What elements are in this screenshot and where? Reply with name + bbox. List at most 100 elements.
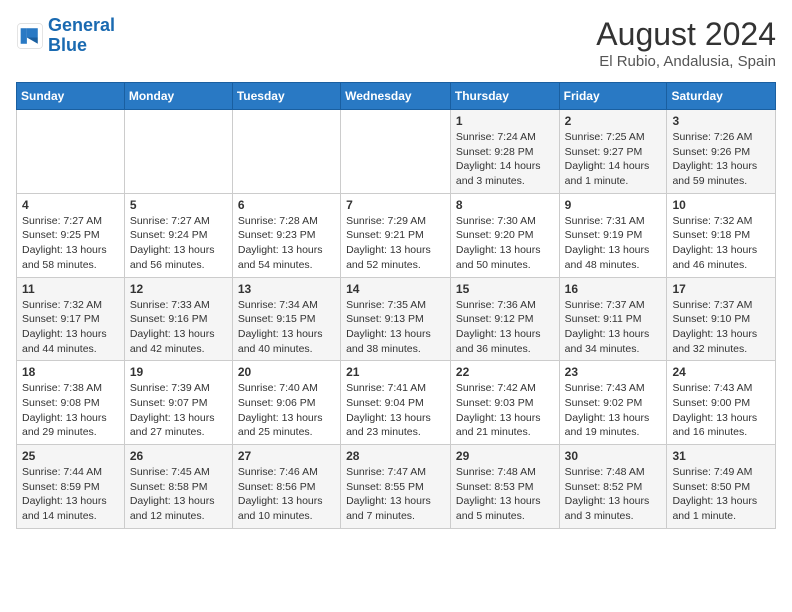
weekday-header-monday: Monday: [124, 83, 232, 110]
day-info: Sunrise: 7:41 AM Sunset: 9:04 PM Dayligh…: [346, 381, 445, 440]
calendar-cell: 25 Sunrise: 7:44 AM Sunset: 8:59 PM Dayli…: [17, 445, 125, 529]
day-number: 29: [456, 449, 554, 463]
day-number: 9: [565, 198, 662, 212]
day-info: Sunrise: 7:46 AM Sunset: 8:56 PM Dayligh…: [238, 465, 335, 524]
calendar-cell: 26 Sunrise: 7:45 AM Sunset: 8:58 PM Dayli…: [124, 445, 232, 529]
calendar-cell: 10 Sunrise: 7:32 AM Sunset: 9:18 PM Dayli…: [667, 193, 776, 277]
location: El Rubio, Andalusia, Spain: [596, 53, 776, 70]
calendar-cell: 9 Sunrise: 7:31 AM Sunset: 9:19 PM Daylig…: [559, 193, 667, 277]
calendar-cell: 1 Sunrise: 7:24 AM Sunset: 9:28 PM Daylig…: [450, 110, 559, 194]
weekday-header-tuesday: Tuesday: [232, 83, 340, 110]
day-number: 25: [22, 449, 119, 463]
calendar-cell: 16Sunrise: 7:37 AM Sunset: 9:11 PM Dayli…: [559, 277, 667, 361]
day-info: Sunrise: 7:33 AM Sunset: 9:16 PM Dayligh…: [130, 298, 227, 357]
calendar-cell: 5 Sunrise: 7:27 AM Sunset: 9:24 PM Daylig…: [124, 193, 232, 277]
day-info: Sunrise: 7:39 AM Sunset: 9:07 PM Dayligh…: [130, 381, 227, 440]
calendar-cell: [17, 110, 125, 194]
calendar-cell: 17 Sunrise: 7:37 AM Sunset: 9:10 PM Dayli…: [667, 277, 776, 361]
logo: General Blue: [16, 16, 115, 56]
calendar-cell: 2 Sunrise: 7:25 AM Sunset: 9:27 PM Daylig…: [559, 110, 667, 194]
day-info: Sunrise: 7:31 AM Sunset: 9:19 PM Dayligh…: [565, 214, 662, 273]
weekday-header-sunday: Sunday: [17, 83, 125, 110]
calendar-header: SundayMondayTuesdayWednesdayThursdayFrid…: [17, 83, 776, 110]
calendar-cell: 6Sunrise: 7:28 AM Sunset: 9:23 PM Daylig…: [232, 193, 340, 277]
title-block: August 2024 El Rubio, Andalusia, Spain: [596, 16, 776, 70]
day-number: 22: [456, 365, 554, 379]
day-info: Sunrise: 7:49 AM Sunset: 8:50 PM Dayligh…: [672, 465, 770, 524]
day-info: Sunrise: 7:32 AM Sunset: 9:17 PM Dayligh…: [22, 298, 119, 357]
day-number: 10: [672, 198, 770, 212]
day-info: Sunrise: 7:37 AM Sunset: 9:10 PM Dayligh…: [672, 298, 770, 357]
day-number: 19: [130, 365, 227, 379]
day-number: 15: [456, 282, 554, 296]
day-number: 3: [672, 114, 770, 128]
logo-line2: Blue: [48, 35, 87, 55]
calendar-cell: 24Sunrise: 7:43 AM Sunset: 9:00 PM Dayli…: [667, 361, 776, 445]
calendar-cell: [232, 110, 340, 194]
calendar-cell: 15Sunrise: 7:36 AM Sunset: 9:12 PM Dayli…: [450, 277, 559, 361]
weekday-header-saturday: Saturday: [667, 83, 776, 110]
calendar-cell: [124, 110, 232, 194]
day-info: Sunrise: 7:47 AM Sunset: 8:55 PM Dayligh…: [346, 465, 445, 524]
day-info: Sunrise: 7:24 AM Sunset: 9:28 PM Dayligh…: [456, 130, 554, 189]
calendar-cell: 18Sunrise: 7:38 AM Sunset: 9:08 PM Dayli…: [17, 361, 125, 445]
day-number: 20: [238, 365, 335, 379]
calendar-cell: 3 Sunrise: 7:26 AM Sunset: 9:26 PM Daylig…: [667, 110, 776, 194]
day-number: 14: [346, 282, 445, 296]
calendar-cell: 30 Sunrise: 7:48 AM Sunset: 8:52 PM Dayli…: [559, 445, 667, 529]
day-info: Sunrise: 7:26 AM Sunset: 9:26 PM Dayligh…: [672, 130, 770, 189]
day-number: 13: [238, 282, 335, 296]
day-number: 27: [238, 449, 335, 463]
day-number: 8: [456, 198, 554, 212]
day-info: Sunrise: 7:42 AM Sunset: 9:03 PM Dayligh…: [456, 381, 554, 440]
calendar-week-3: 11 Sunrise: 7:32 AM Sunset: 9:17 PM Dayli…: [17, 277, 776, 361]
day-number: 1: [456, 114, 554, 128]
day-number: 12: [130, 282, 227, 296]
calendar-cell: 20Sunrise: 7:40 AM Sunset: 9:06 PM Dayli…: [232, 361, 340, 445]
day-number: 30: [565, 449, 662, 463]
day-number: 11: [22, 282, 119, 296]
day-number: 2: [565, 114, 662, 128]
day-info: Sunrise: 7:27 AM Sunset: 9:25 PM Dayligh…: [22, 214, 119, 273]
day-number: 17: [672, 282, 770, 296]
day-number: 31: [672, 449, 770, 463]
calendar-cell: 31 Sunrise: 7:49 AM Sunset: 8:50 PM Dayli…: [667, 445, 776, 529]
calendar-cell: 12 Sunrise: 7:33 AM Sunset: 9:16 PM Dayli…: [124, 277, 232, 361]
day-info: Sunrise: 7:30 AM Sunset: 9:20 PM Dayligh…: [456, 214, 554, 273]
day-number: 28: [346, 449, 445, 463]
calendar-cell: 21 Sunrise: 7:41 AM Sunset: 9:04 PM Dayli…: [341, 361, 451, 445]
calendar-cell: 22 Sunrise: 7:42 AM Sunset: 9:03 PM Dayli…: [450, 361, 559, 445]
calendar-table: SundayMondayTuesdayWednesdayThursdayFrid…: [16, 82, 776, 529]
weekday-header-friday: Friday: [559, 83, 667, 110]
logo-text: General Blue: [48, 16, 115, 56]
day-info: Sunrise: 7:29 AM Sunset: 9:21 PM Dayligh…: [346, 214, 445, 273]
calendar-cell: 29 Sunrise: 7:48 AM Sunset: 8:53 PM Dayli…: [450, 445, 559, 529]
calendar-cell: 28 Sunrise: 7:47 AM Sunset: 8:55 PM Dayli…: [341, 445, 451, 529]
day-number: 26: [130, 449, 227, 463]
day-info: Sunrise: 7:48 AM Sunset: 8:53 PM Dayligh…: [456, 465, 554, 524]
weekday-header-row: SundayMondayTuesdayWednesdayThursdayFrid…: [17, 83, 776, 110]
calendar-cell: 27 Sunrise: 7:46 AM Sunset: 8:56 PM Dayli…: [232, 445, 340, 529]
day-info: Sunrise: 7:32 AM Sunset: 9:18 PM Dayligh…: [672, 214, 770, 273]
day-number: 24: [672, 365, 770, 379]
calendar-cell: 14Sunrise: 7:35 AM Sunset: 9:13 PM Dayli…: [341, 277, 451, 361]
day-info: Sunrise: 7:25 AM Sunset: 9:27 PM Dayligh…: [565, 130, 662, 189]
calendar-cell: 7Sunrise: 7:29 AM Sunset: 9:21 PM Daylig…: [341, 193, 451, 277]
day-number: 16: [565, 282, 662, 296]
calendar-cell: 4Sunrise: 7:27 AM Sunset: 9:25 PM Daylig…: [17, 193, 125, 277]
calendar-week-5: 25 Sunrise: 7:44 AM Sunset: 8:59 PM Dayli…: [17, 445, 776, 529]
weekday-header-wednesday: Wednesday: [341, 83, 451, 110]
day-info: Sunrise: 7:27 AM Sunset: 9:24 PM Dayligh…: [130, 214, 227, 273]
calendar-week-2: 4Sunrise: 7:27 AM Sunset: 9:25 PM Daylig…: [17, 193, 776, 277]
calendar-cell: 19 Sunrise: 7:39 AM Sunset: 9:07 PM Dayli…: [124, 361, 232, 445]
calendar-cell: [341, 110, 451, 194]
day-info: Sunrise: 7:48 AM Sunset: 8:52 PM Dayligh…: [565, 465, 662, 524]
day-number: 21: [346, 365, 445, 379]
logo-icon: [16, 22, 44, 50]
day-info: Sunrise: 7:45 AM Sunset: 8:58 PM Dayligh…: [130, 465, 227, 524]
logo-line1: General: [48, 15, 115, 35]
day-info: Sunrise: 7:43 AM Sunset: 9:02 PM Dayligh…: [565, 381, 662, 440]
calendar-cell: 8 Sunrise: 7:30 AM Sunset: 9:20 PM Daylig…: [450, 193, 559, 277]
day-number: 5: [130, 198, 227, 212]
day-info: Sunrise: 7:44 AM Sunset: 8:59 PM Dayligh…: [22, 465, 119, 524]
